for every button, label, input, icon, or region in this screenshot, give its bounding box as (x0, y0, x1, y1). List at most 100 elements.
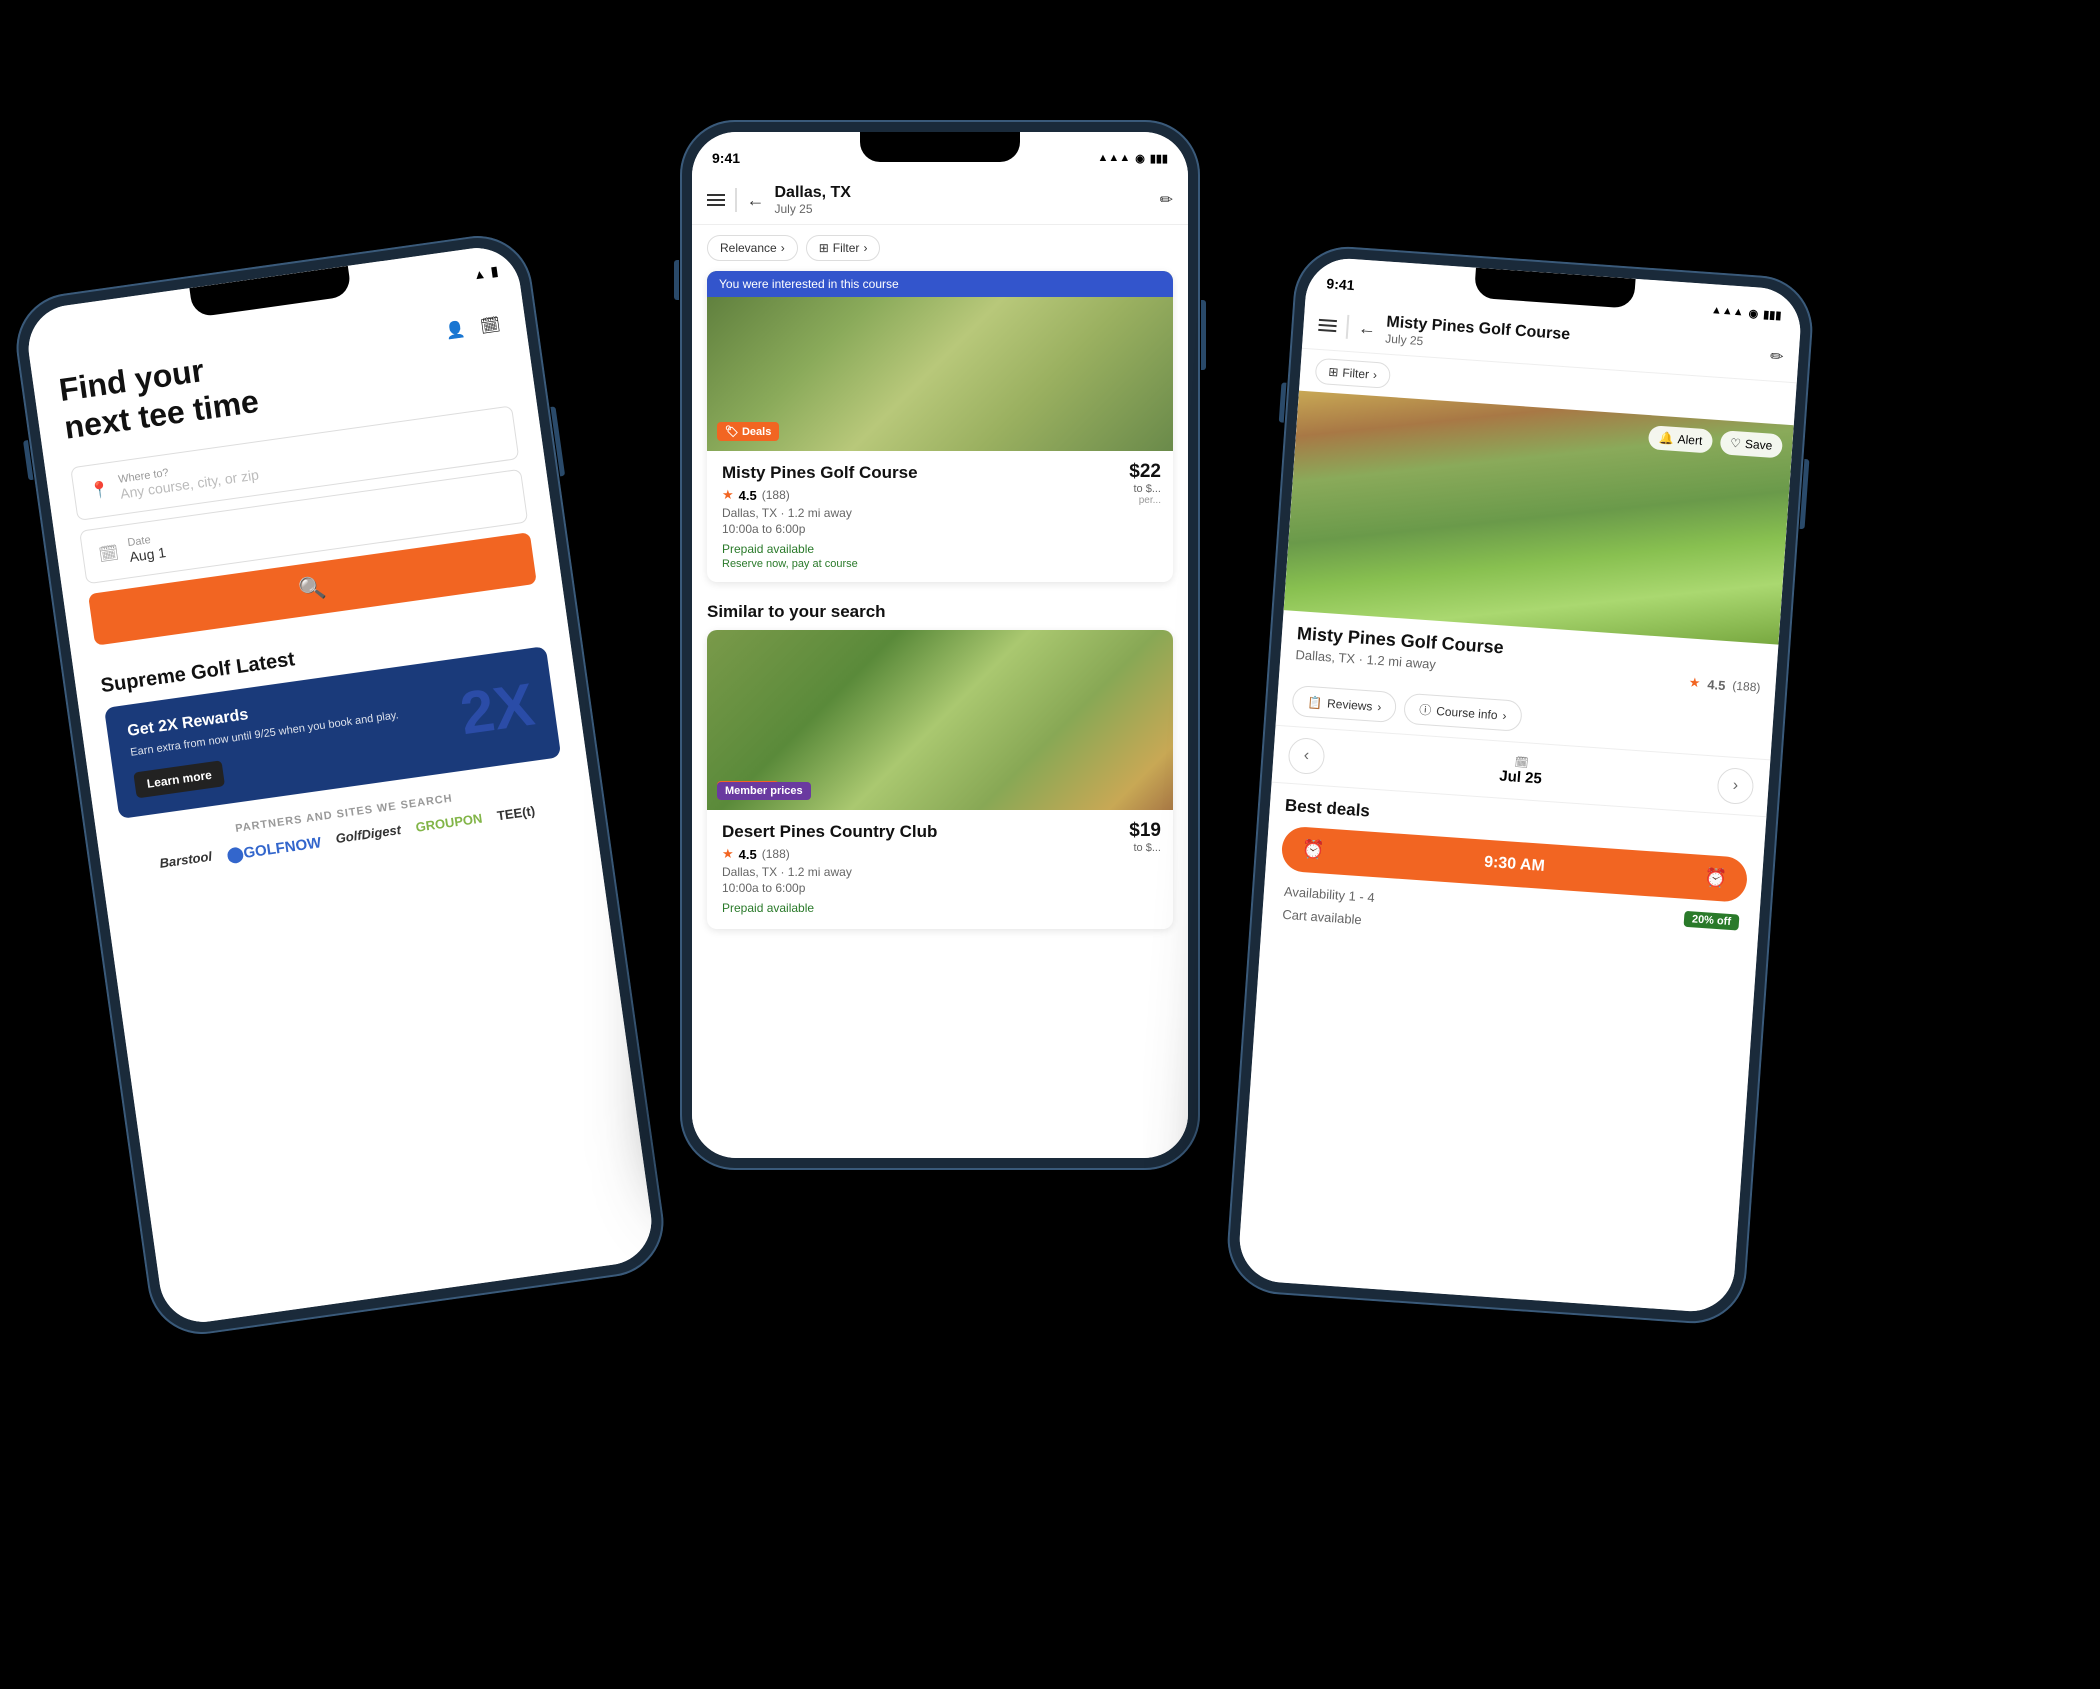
phone-right: 9:41 ▲▲▲ ◉ ▮▮▮ ← Misty Pines Golf Course (1224, 243, 1816, 1327)
partner-tee: TEE(t) (496, 803, 536, 826)
reviews-chevron: › (1377, 699, 1382, 713)
phone2-content: ← Dallas, TX July 25 ✏ Relevance › ⊞ Fil… (692, 176, 1188, 1158)
filter-icon: ⊞ (819, 241, 829, 255)
course-hero-image: 🔔 Alert ♡ Save (1284, 391, 1794, 645)
divider-3 (1346, 315, 1349, 339)
prev-date-button[interactable]: ‹ (1287, 737, 1325, 775)
reviews-count-1: (188) (762, 488, 790, 502)
course-image-2: 🏷 Deals Member prices (707, 630, 1173, 810)
user-icon[interactable]: 👤 (444, 319, 467, 342)
chevron-icon: › (781, 241, 785, 255)
filter-button-3[interactable]: ⊞ Filter › (1314, 358, 1390, 389)
filter-label: Filter (833, 241, 860, 255)
reviews-icon: 📋 (1307, 694, 1323, 709)
p3-star-icon: ★ (1688, 675, 1701, 692)
similar-title: Similar to your search (692, 597, 1188, 630)
date-info: 🗓 Jul 25 (1499, 755, 1544, 788)
battery-icon: ▮ (490, 263, 499, 280)
phone1-content: Find your next tee time 👤 🗓 📍 Where to? (29, 286, 657, 1327)
course-info-2: Desert Pines Country Club ★ 4.5 (188) Da… (707, 810, 1173, 929)
p3-reviews-count: (188) (1732, 679, 1761, 695)
phone3-content: ← Misty Pines Golf Course July 25 ✏ ⊞ Fi… (1237, 300, 1800, 1314)
star-icon-1: ★ (722, 487, 734, 503)
bell-icon: 🔔 (1658, 431, 1674, 446)
reserve-label-1: Reserve now, pay at course (722, 558, 1158, 570)
battery-icon-center: ▮▮▮ (1150, 152, 1168, 165)
calendar-icon-header[interactable]: 🗓 (479, 314, 502, 337)
p2-filters-row: Relevance › ⊞ Filter › (692, 225, 1188, 271)
price-note-1: per... (1129, 495, 1161, 506)
discount-badge: 20% off (1683, 911, 1739, 931)
status-icons-right: ▲▲▲ ◉ ▮▮▮ (1711, 304, 1782, 322)
hamburger-menu-3[interactable] (1318, 319, 1337, 332)
reviews-count-2: (188) (762, 847, 790, 861)
location-pin-icon: 📍 (88, 479, 111, 502)
hamburger-menu[interactable] (707, 194, 725, 206)
interested-banner: You were interested in this course (707, 271, 1173, 297)
relevance-filter[interactable]: Relevance › (707, 235, 798, 261)
status-icons-center: ▲▲▲ ◉ ▮▮▮ (1098, 152, 1168, 165)
course-location-1: Dallas, TX · 1.2 mi away (722, 506, 1158, 520)
course-card-1[interactable]: You were interested in this course 🏷 Dea… (707, 271, 1173, 582)
p1-title-block: Find your next tee time (57, 344, 261, 447)
price-value-1: $22 (1129, 461, 1161, 483)
signal-icon: ▲▲▲ (1098, 152, 1131, 164)
price-block-1: $22 to $... per... (1129, 461, 1161, 506)
p2-location-name: Dallas, TX (775, 184, 1150, 202)
rating-value-2: 4.5 (739, 847, 757, 862)
p2-topbar: ← Dallas, TX July 25 ✏ (692, 176, 1188, 225)
p3-rating-value: 4.5 (1707, 676, 1726, 692)
info-icon: ⓘ (1419, 701, 1432, 719)
course-hours-2: 10:00a to 6:00p (722, 881, 1158, 895)
price-value-2: $19 (1129, 820, 1161, 842)
filter-icon-3: ⊞ (1328, 365, 1339, 380)
p1-title: Find your next tee time (57, 344, 261, 447)
rating-row-1: ★ 4.5 (188) (722, 487, 1158, 503)
wifi-icon-r: ◉ (1748, 306, 1758, 320)
phone-center-screen: 9:41 ▲▲▲ ◉ ▮▮▮ ← Dallas, TX July 25 (692, 132, 1188, 1158)
tee-time-value: 9:30 AM (1484, 853, 1546, 875)
battery-icon-r: ▮▮▮ (1763, 307, 1782, 321)
status-time-right: 9:41 (1326, 275, 1355, 293)
promo-number: 2X (457, 675, 538, 745)
info-chevron: › (1502, 708, 1507, 722)
course-card-2[interactable]: 🏷 Deals Member prices Desert Pines Count… (707, 630, 1173, 929)
prepaid-label-2: Prepaid available (722, 901, 1158, 915)
phone-left-screen: ▲ ▮ Find your next tee time 👤 🗓 (23, 242, 657, 1327)
date-display: Jul 25 (1499, 768, 1543, 788)
wifi-icon-center: ◉ (1135, 152, 1145, 165)
phones-wrapper: ▲ ▮ Find your next tee time 👤 🗓 (0, 0, 2100, 1689)
promo-content: Get 2X Rewards Earn extra from now until… (126, 685, 405, 798)
p2-location-date: July 25 (775, 202, 1150, 216)
back-arrow-icon[interactable]: ← (747, 190, 765, 211)
filter-chevron-3: › (1373, 368, 1378, 382)
back-arrow-icon-3[interactable]: ← (1357, 317, 1376, 339)
price-suffix-1: to $... (1129, 483, 1161, 495)
edit-icon-3[interactable]: ✏ (1769, 346, 1784, 367)
wifi-icon: ▲ (472, 265, 487, 282)
status-icons-left: ▲ ▮ (472, 263, 499, 282)
filter-button[interactable]: ⊞ Filter › (806, 235, 881, 261)
learn-more-button[interactable]: Learn more (133, 760, 225, 798)
signal-icon-r: ▲▲▲ (1711, 304, 1744, 318)
left-arrow-icon: ‹ (1303, 747, 1310, 765)
reviews-button[interactable]: 📋 Reviews › (1291, 685, 1397, 723)
heart-icon: ♡ (1730, 436, 1742, 451)
star-icon-2: ★ (722, 846, 734, 862)
status-time-center: 9:41 (712, 150, 740, 166)
course-info-1: Misty Pines Golf Course ★ 4.5 (188) Dall… (707, 451, 1173, 582)
tag-icon: 🏷 (725, 425, 739, 438)
deals-badge-1: 🏷 Deals (717, 422, 779, 441)
edit-icon[interactable]: ✏ (1160, 190, 1173, 210)
p1-header-icons: 👤 🗓 (444, 314, 501, 341)
relevance-label: Relevance (720, 241, 777, 255)
price-suffix-2: to $... (1129, 842, 1161, 854)
save-button[interactable]: ♡ Save (1719, 430, 1783, 458)
phone-center: 9:41 ▲▲▲ ◉ ▮▮▮ ← Dallas, TX July 25 (680, 120, 1200, 1170)
clock-icon: ⏰ (1301, 839, 1325, 862)
alert-button[interactable]: 🔔 Alert (1648, 425, 1713, 453)
cart-note: Cart available (1282, 907, 1362, 928)
notch-center (860, 132, 1020, 162)
course-aerial-photo (1284, 391, 1794, 645)
next-date-button[interactable]: › (1716, 767, 1754, 805)
